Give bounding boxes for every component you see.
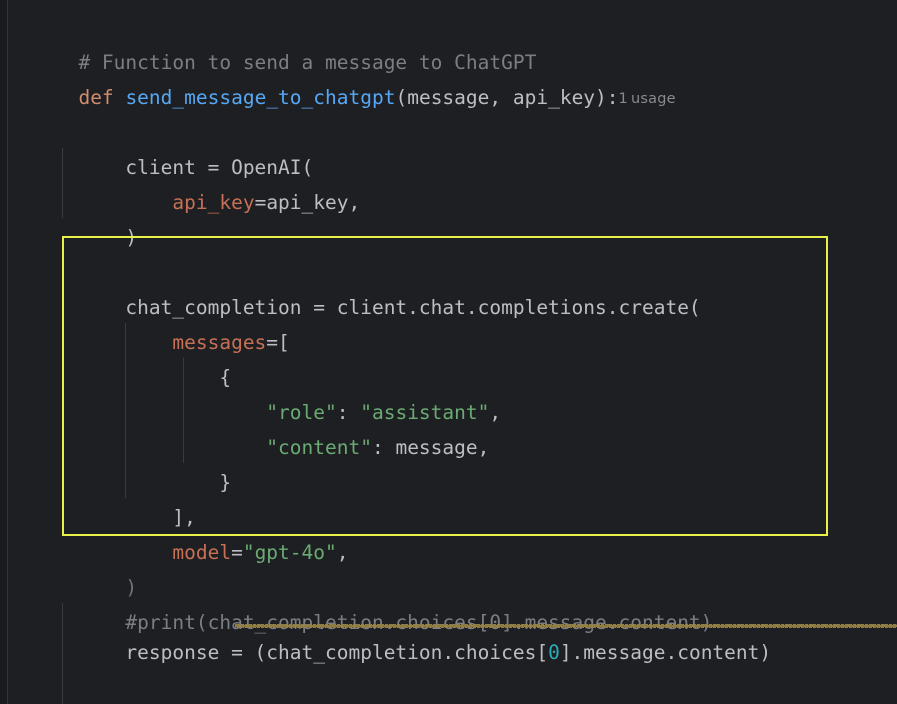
code-line: { [8, 325, 231, 389]
comma: , [477, 436, 490, 459]
code-line: def send_message_to_chatgpt(message, api… [8, 45, 676, 109]
editor-annotation-gutter[interactable] [0, 0, 7, 704]
argument-value: api_key, [266, 191, 361, 214]
keyword-def: def [78, 86, 114, 109]
dict-value-message: message [395, 436, 478, 459]
closing-paren: ) [78, 226, 138, 249]
code-line: return response [8, 665, 302, 700]
model-string-literal: "gpt-4o" [242, 541, 337, 564]
index-number: 0 [548, 641, 560, 664]
dict-key-content: "content" [266, 436, 372, 459]
named-argument-model: model [172, 541, 232, 564]
comma: , [489, 401, 502, 424]
equals-open-bracket: =[ [266, 331, 290, 354]
code-line: "content": message, [8, 395, 489, 459]
code-editor[interactable]: # Function to send a message to ChatGPT … [0, 0, 897, 704]
code-line: ], [8, 465, 196, 529]
code-line: "role": "assistant", [8, 360, 501, 424]
code-line: ) [8, 535, 137, 599]
code-line: ) [8, 185, 137, 249]
code-surface[interactable]: # Function to send a message to ChatGPT … [8, 0, 897, 704]
statement-response-prefix: response = (chat_completion.choices[ [78, 641, 549, 664]
equals-sign: = [254, 191, 267, 214]
equals-sign: = [231, 541, 243, 564]
code-line: # Function to send a message to ChatGPT [8, 10, 536, 74]
named-argument-api-key: api_key [172, 191, 255, 214]
inlay-hint-count: 1 [618, 91, 628, 107]
inlay-hint-label: usage [630, 91, 676, 107]
code-line: client = OpenAI( [8, 115, 313, 179]
warning-squiggle-underline [235, 624, 897, 628]
code-line: } [8, 430, 231, 494]
code-line: api_key=api_key, [8, 150, 360, 214]
comma: , [336, 541, 349, 564]
code-line: messages=[ [8, 290, 289, 354]
code-line: chat_completion = client.chat.completion… [8, 255, 700, 319]
function-name[interactable]: send_message_to_chatgpt [125, 86, 395, 109]
code-line: model="gpt-4o", [8, 500, 348, 564]
colon: : [371, 436, 396, 459]
function-signature: (message, api_key): [395, 86, 619, 109]
statement-response-suffix: ].message.content) [559, 641, 772, 664]
code-line: response = (chat_completion.choices[0].m… [8, 600, 771, 664]
inlay-hint-usage[interactable]: 1 usage [619, 91, 676, 107]
